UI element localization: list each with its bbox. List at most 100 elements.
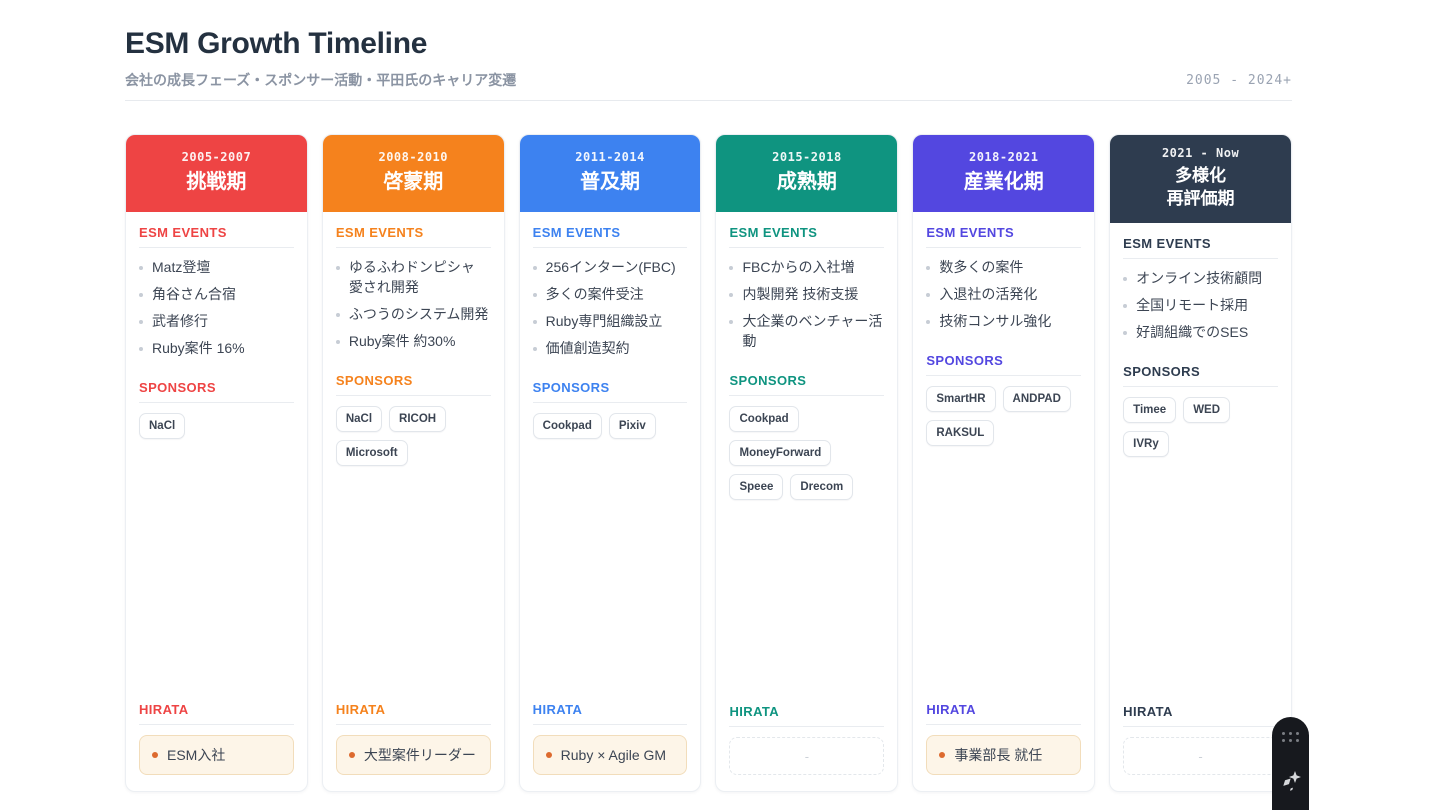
hirata-section: HIRATA 事業部長 就任 bbox=[926, 702, 1082, 775]
event-item: オンライン技術顧問 bbox=[1123, 269, 1278, 289]
hirata-label: 事業部長 就任 bbox=[954, 747, 1043, 763]
bullet-dot-icon bbox=[939, 752, 946, 758]
event-item: ゆるふわドンピシャ 愛され開発 bbox=[335, 258, 491, 298]
bullet-icon bbox=[926, 319, 931, 324]
phase-years: 2008-2010 bbox=[378, 150, 448, 164]
phase-name: 成熟期 bbox=[776, 171, 837, 193]
event-item: Ruby案件 16% bbox=[139, 339, 294, 359]
event-label: オンライン技術顧問 bbox=[1136, 270, 1263, 286]
bullet-icon bbox=[1123, 277, 1128, 281]
phase-years: 2011-2014 bbox=[575, 150, 645, 164]
event-label: 多くの案件受注 bbox=[545, 285, 644, 302]
sponsor-chips: NaCl RICOH Microsoft bbox=[335, 405, 491, 466]
events-list: オンライン技術顧問 全国リモート採用 好調組織でのSES bbox=[1123, 269, 1278, 350]
event-item: 数多くの案件 bbox=[926, 258, 1081, 278]
event-item: Ruby案件 約30% bbox=[335, 332, 491, 352]
bullet-icon bbox=[532, 346, 537, 351]
event-label: Ruby案件 約30% bbox=[348, 332, 456, 349]
phase-name-line1: 多様化 bbox=[1175, 166, 1227, 185]
hirata-empty-item: - bbox=[729, 737, 885, 775]
page-header: ESM Growth Timeline 会社の成長フェーズ・スポンサー活動・平田… bbox=[125, 0, 1292, 101]
event-label: 大企業のベンチャー活動 bbox=[742, 312, 883, 349]
drag-handle-dots-icon[interactable] bbox=[1282, 732, 1299, 742]
event-label: 入退社の活発化 bbox=[939, 285, 1038, 302]
events-list: ゆるふわドンピシャ 愛され開発 ふつうのシステム開発 Ruby案件 約30% bbox=[335, 258, 491, 359]
event-item: 好調組織でのSES bbox=[1123, 323, 1278, 343]
events-list: 数多くの案件 入退社の活発化 技術コンサル強化 bbox=[926, 258, 1081, 339]
hirata-heading: HIRATA bbox=[335, 702, 491, 725]
phase-name: 啓蒙期 bbox=[383, 171, 444, 193]
hirata-section: HIRATA - bbox=[1123, 704, 1278, 775]
sponsor-chips: NaCl bbox=[139, 412, 294, 439]
bullet-icon bbox=[926, 266, 931, 270]
phase-card-2008-2010: 2008-2010 啓蒙期 ESM EVENTS ゆるふわドンピシャ 愛され開発… bbox=[321, 134, 505, 792]
phase-card-2018-2021: 2018-2021 産業化期 ESM EVENTS 数多くの案件 入退社の活発化… bbox=[912, 134, 1096, 792]
sponsor-chip: Microsoft bbox=[335, 439, 408, 466]
sparkles-icon[interactable] bbox=[1280, 769, 1302, 798]
bullet-icon bbox=[335, 339, 340, 344]
events-list: Matz登壇 角谷さん合宿 武者修行 Ruby案件 16% bbox=[139, 258, 294, 366]
hirata-section: HIRATA - bbox=[729, 704, 885, 775]
event-label: FBCからの入社増 bbox=[742, 259, 855, 275]
event-label: 好調組織でのSES bbox=[1136, 323, 1249, 340]
phase-body: ESM EVENTS Matz登壇 角谷さん合宿 武者修行 Ruby案件 16%… bbox=[126, 212, 307, 791]
event-label: 技術コンサル強化 bbox=[939, 312, 1052, 329]
bullet-icon bbox=[1123, 330, 1128, 335]
hirata-label: 大型案件リーダー bbox=[363, 747, 476, 763]
phase-grid: 2005-2007 挑戦期 ESM EVENTS Matz登壇 角谷さん合宿 武… bbox=[125, 134, 1292, 792]
hirata-heading: HIRATA bbox=[1123, 704, 1278, 727]
bullet-icon bbox=[532, 266, 537, 270]
event-label: Ruby専門組織設立 bbox=[545, 312, 663, 329]
phase-years: 2015-2018 bbox=[772, 150, 842, 164]
event-item: 多くの案件受注 bbox=[532, 285, 688, 305]
event-item: 価値創造契約 bbox=[532, 339, 688, 359]
sponsor-chip: WED bbox=[1183, 396, 1231, 423]
hirata-item: 大型案件リーダー bbox=[335, 735, 491, 775]
hirata-label: Ruby × Agile GM bbox=[560, 747, 667, 763]
phase-name: 産業化期 bbox=[963, 171, 1044, 193]
phase-body: ESM EVENTS オンライン技術顧問 全国リモート採用 好調組織でのSES … bbox=[1110, 223, 1291, 791]
phase-body: ESM EVENTS ゆるふわドンピシャ 愛され開発 ふつうのシステム開発 Ru… bbox=[323, 212, 504, 791]
events-list: FBCからの入社増 内製開発 技術支援 大企業のベンチャー活動 bbox=[729, 258, 884, 359]
hirata-section: HIRATA 大型案件リーダー bbox=[335, 702, 491, 775]
event-label: Matz登壇 bbox=[152, 259, 211, 275]
phase-header: 2005-2007 挑戦期 bbox=[126, 135, 307, 212]
phase-body: ESM EVENTS 256インターン(FBC) 多くの案件受注 Ruby専門組… bbox=[520, 212, 701, 791]
phase-card-2021-now: 2021 - Now 多様化 再評価期 ESM EVENTS オンライン技術顧問… bbox=[1109, 134, 1292, 792]
sponsors-heading: SPONSORS bbox=[926, 353, 1082, 376]
event-item: 武者修行 bbox=[139, 312, 294, 332]
event-item: 全国リモート採用 bbox=[1123, 296, 1278, 316]
timeline-range: 2005 - 2024+ bbox=[1186, 73, 1292, 88]
sponsor-chip: NaCl bbox=[335, 405, 383, 432]
sponsor-chip: Drecom bbox=[790, 473, 854, 500]
events-heading: ESM EVENTS bbox=[729, 225, 885, 248]
sponsor-chip: MoneyForward bbox=[729, 439, 832, 466]
events-list: 256インターン(FBC) 多くの案件受注 Ruby専門組織設立 価値創造契約 bbox=[532, 258, 688, 366]
phase-header: 2021 - Now 多様化 再評価期 bbox=[1110, 135, 1291, 223]
hirata-heading: HIRATA bbox=[729, 704, 885, 727]
sponsors-heading: SPONSORS bbox=[532, 380, 688, 403]
bullet-icon bbox=[139, 319, 143, 324]
bullet-dot-icon bbox=[545, 752, 552, 758]
sponsor-chips: Timee WED IVRy bbox=[1123, 396, 1278, 457]
bullet-icon bbox=[729, 319, 734, 324]
sponsor-chip: RAKSUL bbox=[926, 419, 995, 446]
phase-card-2015-2018: 2015-2018 成熟期 ESM EVENTS FBCからの入社増 内製開発 … bbox=[715, 134, 899, 792]
events-heading: ESM EVENTS bbox=[926, 225, 1082, 248]
events-heading: ESM EVENTS bbox=[335, 225, 491, 248]
floating-widget[interactable] bbox=[1272, 717, 1309, 810]
phase-card-2011-2014: 2011-2014 普及期 ESM EVENTS 256インターン(FBC) 多… bbox=[518, 134, 702, 792]
bullet-icon bbox=[335, 266, 340, 270]
bullet-icon bbox=[1123, 303, 1128, 308]
phase-header: 2018-2021 産業化期 bbox=[913, 135, 1095, 212]
hirata-section: HIRATA Ruby × Agile GM bbox=[532, 702, 688, 775]
phase-header: 2008-2010 啓蒙期 bbox=[322, 135, 504, 212]
hirata-item: Ruby × Agile GM bbox=[532, 735, 688, 775]
sponsors-heading: SPONSORS bbox=[335, 373, 491, 396]
phase-years: 2021 - Now bbox=[1161, 146, 1240, 160]
page-subtitle: 会社の成長フェーズ・スポンサー活動・平田氏のキャリア変遷 bbox=[125, 72, 517, 88]
event-item: Matz登壇 bbox=[139, 258, 294, 278]
phase-years: 2018-2021 bbox=[968, 150, 1039, 164]
sponsor-chip: Pixiv bbox=[608, 412, 656, 439]
sponsor-chip: Cookpad bbox=[532, 412, 602, 439]
